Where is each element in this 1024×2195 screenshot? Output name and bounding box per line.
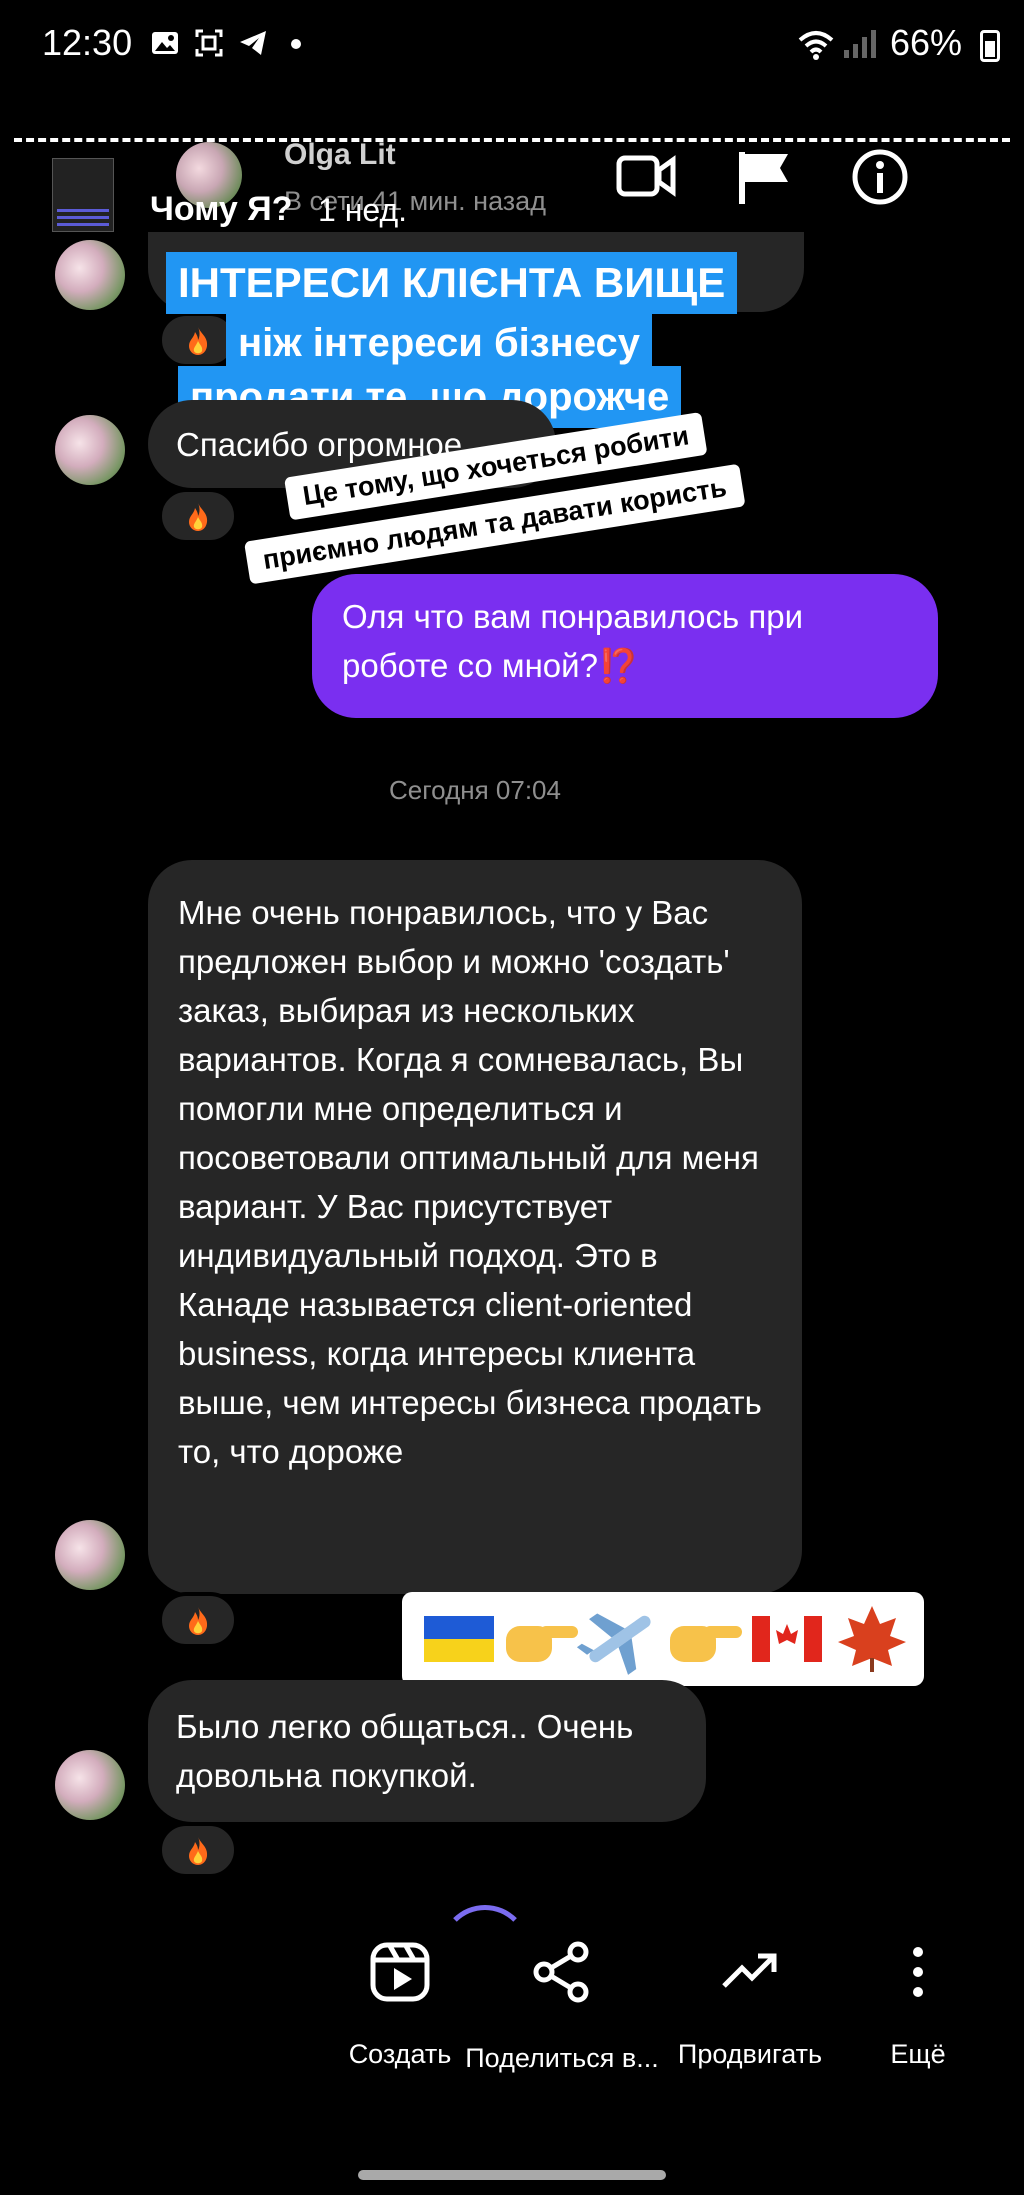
crop-divider bbox=[14, 138, 1010, 142]
fire-icon bbox=[189, 1607, 208, 1636]
sender-avatar bbox=[55, 415, 125, 485]
pointing-hand-icon bbox=[506, 1626, 578, 1662]
message-text: Было легко общаться.. Очень довольна пок… bbox=[176, 1708, 634, 1794]
overlay-highlight-line2: ніж інтереси бізнесу bbox=[226, 312, 653, 374]
screenshot-icon bbox=[195, 29, 223, 57]
contact-name[interactable]: Olga Lit bbox=[284, 138, 396, 172]
message-bubble-outgoing[interactable]: Оля что вам понравилось при роботе со мн… bbox=[312, 574, 938, 718]
battery-icon bbox=[980, 30, 1000, 62]
story-title: Чому Я? bbox=[150, 190, 293, 228]
more-button[interactable]: Ещё bbox=[818, 1940, 1018, 2070]
share-label: Поделиться в... bbox=[465, 2043, 659, 2073]
info-icon[interactable] bbox=[850, 148, 910, 206]
overlay-highlight-line1: ІНТЕРЕСИ КЛІЄНТА ВИЩЕ bbox=[166, 252, 738, 314]
status-time: 12:30 bbox=[42, 22, 133, 63]
home-indicator[interactable] bbox=[358, 2170, 666, 2180]
signal-icon bbox=[844, 30, 876, 58]
emoji-sticker: 🇺🇦👉✈️👉🇨🇦🍁 bbox=[402, 1592, 924, 1686]
status-bar: 12:30 66% bbox=[0, 0, 1024, 90]
flag-icon[interactable] bbox=[736, 148, 796, 206]
fire-reaction[interactable] bbox=[158, 1822, 238, 1878]
battery-percent: 66% bbox=[889, 22, 962, 63]
sender-avatar bbox=[55, 1750, 125, 1820]
sender-avatar bbox=[55, 1520, 125, 1590]
notification-dot-icon bbox=[291, 39, 301, 49]
share-icon bbox=[533, 1941, 589, 2003]
airplane-icon bbox=[576, 1613, 651, 1675]
fire-icon bbox=[189, 327, 208, 356]
pointing-hand-icon bbox=[670, 1626, 742, 1662]
wifi-icon bbox=[798, 31, 834, 60]
sender-avatar bbox=[55, 240, 125, 310]
more-vertical-icon bbox=[913, 1947, 923, 1997]
message-bubble[interactable]: Было легко общаться.. Очень довольна пок… bbox=[148, 1680, 706, 1822]
message-text: Оля что вам понравилось при роботе со мн… bbox=[342, 598, 804, 684]
video-call-icon[interactable] bbox=[616, 148, 676, 206]
gallery-icon bbox=[152, 32, 178, 54]
fire-reaction[interactable] bbox=[158, 1592, 238, 1648]
story-time-ago: 1 нед. bbox=[318, 192, 408, 228]
fire-reaction[interactable] bbox=[158, 488, 238, 544]
fire-icon bbox=[189, 1837, 208, 1866]
message-bubble[interactable]: Мне очень понравилось, что у Вас предлож… bbox=[148, 860, 802, 1594]
telegram-icon bbox=[240, 31, 266, 55]
fire-icon bbox=[189, 503, 208, 532]
more-label: Ещё bbox=[890, 2039, 946, 2069]
story-thumbnail[interactable] bbox=[52, 158, 114, 232]
message-text: Мне очень понравилось, что у Вас предлож… bbox=[178, 894, 762, 1470]
share-button[interactable]: Поделиться в... bbox=[462, 1940, 662, 2077]
date-separator: Сегодня 07:04 bbox=[389, 775, 561, 805]
trending-up-icon bbox=[722, 1953, 777, 1988]
emoji-sticker-graphic bbox=[424, 1606, 906, 1675]
reels-icon bbox=[370, 1942, 430, 2002]
